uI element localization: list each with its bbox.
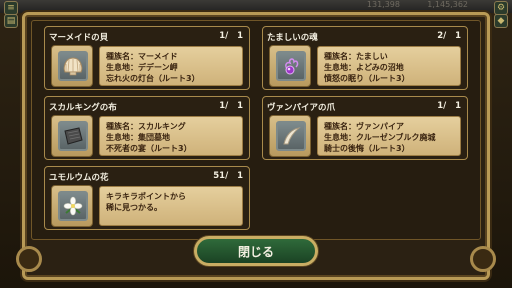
item-card-soul[interactable]: たましいの魂 2/ 1 種族名：たましい 生息地：よどみの沼地 憤怒の眠り（ルー…	[262, 26, 468, 90]
description-line: 生息地：デデーン岬	[106, 63, 178, 72]
item-thumbnail	[269, 45, 311, 87]
claw-icon	[283, 127, 301, 145]
description-line: 種族名：マーメイド	[106, 52, 178, 61]
currency-value-2: 1,145,362	[427, 0, 468, 9]
item-count: 2/ 1	[437, 31, 461, 41]
settings-icon: ⚙	[494, 1, 508, 15]
card-header: ヴァンパイアの爪 1/ 1	[267, 101, 463, 114]
close-button-label: 閉じる	[237, 244, 274, 259]
purple-soul-icon	[285, 58, 299, 75]
item-name: スカルキングの布	[49, 103, 117, 113]
dark-cloth-icon	[64, 127, 83, 145]
item-thumbnail	[51, 185, 93, 227]
description-line: 生息地：集団墓地	[106, 133, 170, 142]
item-name: マーメイドの貝	[49, 33, 109, 43]
item-description-plank: キラキラポイントから 稀に見つかる。	[99, 186, 243, 226]
item-count: 1/ 1	[219, 101, 243, 111]
description-line: 騎士の後悔（ルート3）	[324, 144, 410, 153]
icon-frame	[276, 121, 306, 151]
gem-icon: ◆	[494, 14, 508, 28]
description-line: 種族名：スカルキング	[106, 122, 186, 131]
item-thumbnail	[51, 115, 93, 157]
close-button[interactable]: 閉じる	[194, 236, 318, 266]
book-icon: ▤	[4, 14, 18, 28]
description-line: 忘れ火の灯台（ルート3）	[106, 74, 200, 83]
item-count: 1/ 1	[219, 31, 243, 41]
item-count: 1/ 1	[437, 101, 461, 111]
item-thumbnail	[51, 45, 93, 87]
description-line: 生息地：クルーゼンブルク廃城	[324, 133, 436, 142]
description-line: キラキラポイントから	[106, 192, 186, 201]
item-description-plank: 種族名：スカルキング 生息地：集団墓地 不死者の宴（ルート3）	[99, 116, 243, 156]
icon-frame	[58, 121, 88, 151]
description-line: 稀に見つかる。	[106, 203, 162, 212]
corner-gear-left-icon	[16, 246, 42, 272]
item-name: たましいの魂	[267, 33, 318, 43]
currency-value-1: 131,398	[366, 0, 400, 9]
description-line: 憤怒の眠り（ルート3）	[324, 74, 410, 83]
item-name: ユモルウムの花	[49, 173, 109, 183]
shell-icon	[63, 57, 83, 76]
icon-frame	[58, 51, 88, 81]
description-line: 種族名：ヴァンパイア	[324, 122, 404, 131]
item-card-vampire-claw[interactable]: ヴァンパイアの爪 1/ 1 種族名：ヴァンパイア 生息地：クルーゼンブルク廃城 …	[262, 96, 468, 160]
description-line: 不死者の宴（ルート3）	[106, 144, 192, 153]
item-description-plank: 種族名：ヴァンパイア 生息地：クルーゼンブルク廃城 騎士の後悔（ルート3）	[317, 116, 461, 156]
card-header: たましいの魂 2/ 1	[267, 31, 463, 44]
description-line: 種族名：たましい	[324, 52, 388, 61]
description-line: 生息地：よどみの沼地	[324, 63, 404, 72]
card-header: ユモルウムの花 51/ 1	[49, 171, 245, 184]
item-name: ヴァンパイアの爪	[267, 103, 336, 113]
card-header: マーメイドの貝 1/ 1	[49, 31, 245, 44]
item-card-flower[interactable]: ユモルウムの花 51/ 1 キラキラポイントから 稀に見つかる。	[44, 166, 250, 230]
white-flower-icon	[63, 196, 83, 216]
item-card-mermaid-shell[interactable]: マーメイドの貝 1/ 1 種族名：マーメイド 生息地：デデーン岬 忘れ火の灯台（…	[44, 26, 250, 90]
corner-gear-right-icon	[470, 246, 496, 272]
item-description-plank: 種族名：マーメイド 生息地：デデーン岬 忘れ火の灯台（ルート3）	[99, 46, 243, 86]
menu-icon: ≡	[4, 1, 18, 15]
item-thumbnail	[269, 115, 311, 157]
icon-frame	[58, 191, 88, 221]
item-count: 51/ 1	[213, 171, 243, 181]
item-description-plank: 種族名：たましい 生息地：よどみの沼地 憤怒の眠り（ルート3）	[317, 46, 461, 86]
item-card-skull-king-cloth[interactable]: スカルキングの布 1/ 1 種族名：スカルキング 生息地：集団墓地 不死者の宴（…	[44, 96, 250, 160]
icon-frame	[276, 51, 306, 81]
card-header: スカルキングの布 1/ 1	[49, 101, 245, 114]
